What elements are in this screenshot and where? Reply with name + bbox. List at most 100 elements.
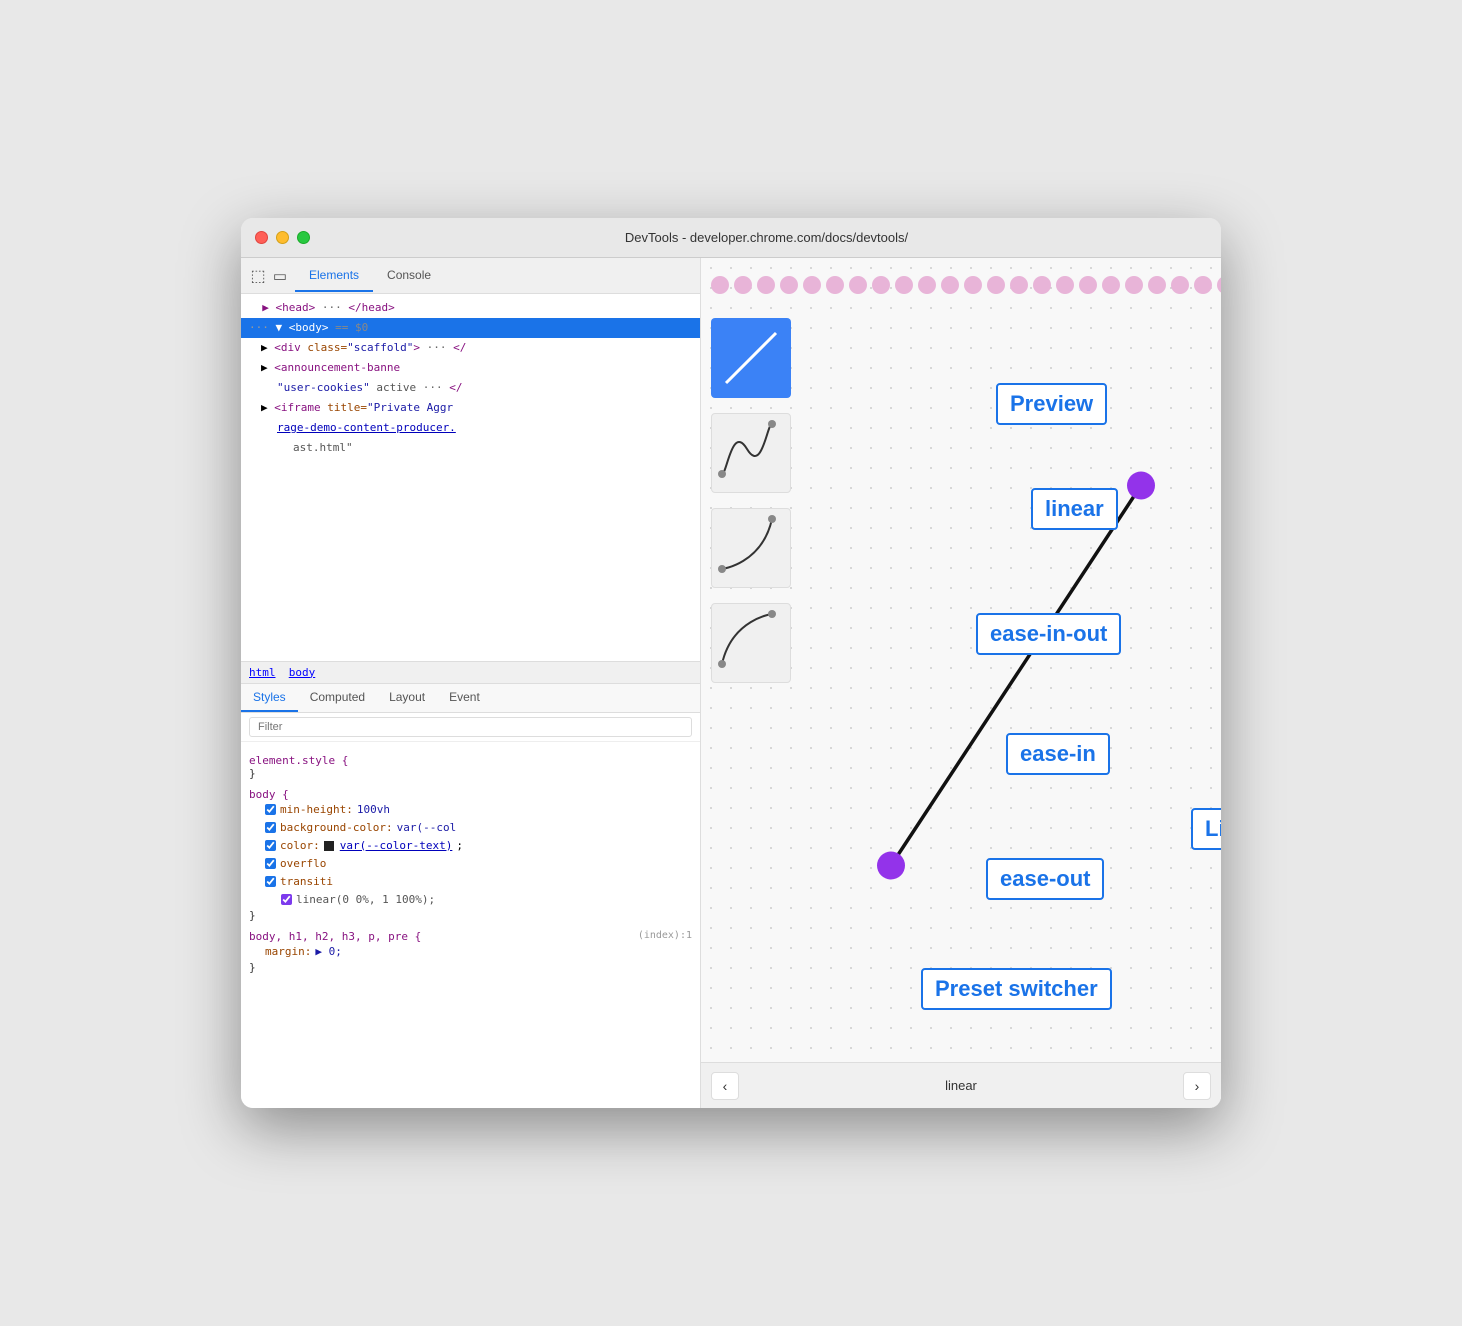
prev-preset-button[interactable]: ‹: [711, 1072, 739, 1100]
prop-margin-arrow: ▶ 0;: [315, 943, 342, 961]
rule-body-selector: body {: [249, 788, 692, 801]
device-icon[interactable]: ▭: [269, 265, 291, 287]
prop-linear-val-checkbox[interactable]: [281, 894, 292, 905]
tab-event[interactable]: Event: [437, 684, 492, 712]
ease-inout-preset[interactable]: [711, 413, 791, 493]
prev-icon: ‹: [723, 1078, 728, 1094]
maximize-button[interactable]: [297, 231, 310, 244]
prop-linear-value: linear(0 0%, 1 100%);: [249, 891, 692, 909]
traffic-lights: [255, 231, 310, 244]
callout-linear: linear: [1031, 488, 1118, 530]
prop-bg-color-name: background-color:: [280, 819, 393, 837]
prop-transition-checkbox[interactable]: [265, 876, 276, 887]
prop-linear-text: linear(0 0%, 1 100%);: [296, 891, 435, 909]
tab-elements[interactable]: Elements: [295, 260, 373, 292]
pink-dot: [964, 276, 982, 294]
filter-input[interactable]: [249, 717, 692, 737]
callout-preset-switcher: Preset switcher: [921, 968, 1112, 1010]
prop-min-height-checkbox[interactable]: [265, 804, 276, 815]
control-point-bottom[interactable]: [877, 852, 905, 880]
pink-dot: [711, 276, 729, 294]
ease-out-curve-svg: [712, 604, 782, 674]
dom-head: ▶ <head> ··· </head>: [241, 298, 700, 318]
pink-dot: [1171, 276, 1189, 294]
callout-ease-inout: ease-in-out: [976, 613, 1121, 655]
prop-bg-color-val: var(--col: [397, 819, 457, 837]
pink-dot: [826, 276, 844, 294]
ease-in-preset[interactable]: [711, 508, 791, 588]
rule-element-style-close: }: [249, 767, 692, 780]
pink-dots-row: [711, 276, 1211, 294]
devtools-body: ⬚ ▭ Elements Console ▶ <head> ··· </head…: [241, 258, 1221, 1108]
tab-styles[interactable]: Styles: [241, 684, 298, 712]
breadcrumb-html[interactable]: html: [249, 666, 276, 679]
prop-background-color: background-color: var(--col: [249, 819, 692, 837]
dom-iframe[interactable]: ▶ <iframe title="Private Aggr: [241, 398, 700, 418]
pink-dot: [895, 276, 913, 294]
next-preset-button[interactable]: ›: [1183, 1072, 1211, 1100]
prop-bg-color-checkbox[interactable]: [265, 822, 276, 833]
pink-dot: [1102, 276, 1120, 294]
elements-panel: ▶ <head> ··· </head> ··· ▼ <body> == $0 …: [241, 294, 700, 661]
color-swatch: [324, 841, 334, 851]
tab-layout[interactable]: Layout: [377, 684, 437, 712]
next-icon: ›: [1195, 1078, 1200, 1094]
pink-dot: [757, 276, 775, 294]
ease-in-curve-svg: [712, 509, 782, 579]
rule-element-style-selector: element.style {: [249, 754, 692, 767]
linear-preset[interactable]: [711, 318, 791, 398]
callout-preview: Preview: [996, 383, 1107, 425]
prop-overflow: overflo: [249, 855, 692, 873]
prop-min-height-val: 100vh: [357, 801, 390, 819]
callout-ease-in: ease-in: [1006, 733, 1110, 775]
prop-overflow-name: overflo: [280, 855, 326, 873]
pink-dot: [1217, 276, 1221, 294]
breadcrumb: html body: [241, 661, 700, 684]
minimize-button[interactable]: [276, 231, 289, 244]
callout-ease-out: ease-out: [986, 858, 1104, 900]
rule-body-h1-close: }: [249, 961, 692, 974]
window-title: DevTools - developer.chrome.com/docs/dev…: [326, 230, 1207, 245]
ease-out-preset[interactable]: [711, 603, 791, 683]
prop-color-checkbox[interactable]: [265, 840, 276, 851]
styles-tabs: Styles Computed Layout Event: [241, 684, 700, 713]
dom-user-cookies: "user-cookies" active ··· </: [241, 378, 700, 398]
tab-computed[interactable]: Computed: [298, 684, 377, 712]
prop-color-name: color:: [280, 837, 320, 855]
rule-body-h1-selector: body, h1, h2, h3, p, pre { (index):1: [249, 930, 692, 943]
prop-margin-name: margin:: [265, 943, 311, 961]
pink-dot: [1056, 276, 1074, 294]
pink-dot: [849, 276, 867, 294]
inspect-icon[interactable]: ⬚: [247, 265, 269, 287]
preview-area: ‹ linear › Preview linear ease-in-out: [701, 258, 1221, 1108]
dom-rage-demo: rage-demo-content-producer.: [241, 418, 700, 438]
dom-announcement[interactable]: ▶ <announcement-banne: [241, 358, 700, 378]
pink-dot: [734, 276, 752, 294]
pink-dot: [780, 276, 798, 294]
prop-min-height-name: min-height:: [280, 801, 353, 819]
rule-body-close: }: [249, 909, 692, 922]
ease-inout-curve-svg: [712, 414, 782, 484]
pink-dot: [872, 276, 890, 294]
dom-ast-html: ast.html": [241, 438, 700, 458]
breadcrumb-body[interactable]: body: [289, 666, 316, 679]
source-ref: (index):1: [638, 930, 692, 941]
tab-console[interactable]: Console: [373, 260, 445, 292]
control-point-top[interactable]: [1127, 472, 1155, 500]
close-button[interactable]: [255, 231, 268, 244]
prop-color-val[interactable]: var(--color-text): [340, 837, 453, 855]
bottom-bar: ‹ linear ›: [701, 1062, 1221, 1108]
prop-overflow-checkbox[interactable]: [265, 858, 276, 869]
pink-dot: [1125, 276, 1143, 294]
pink-dot: [1033, 276, 1051, 294]
filter-bar: [241, 713, 700, 742]
prop-min-height: min-height: 100vh: [249, 801, 692, 819]
pink-dot: [1194, 276, 1212, 294]
prop-transition: transiti: [249, 873, 692, 891]
prop-transition-name: transiti: [280, 873, 333, 891]
pink-dot: [1010, 276, 1028, 294]
linear-curve-svg: [721, 328, 781, 388]
pink-dot: [918, 276, 936, 294]
dom-body[interactable]: ··· ▼ <body> == $0: [241, 318, 700, 338]
dom-div-scaffold[interactable]: ▶ <div class="scaffold"> ··· </: [241, 338, 700, 358]
